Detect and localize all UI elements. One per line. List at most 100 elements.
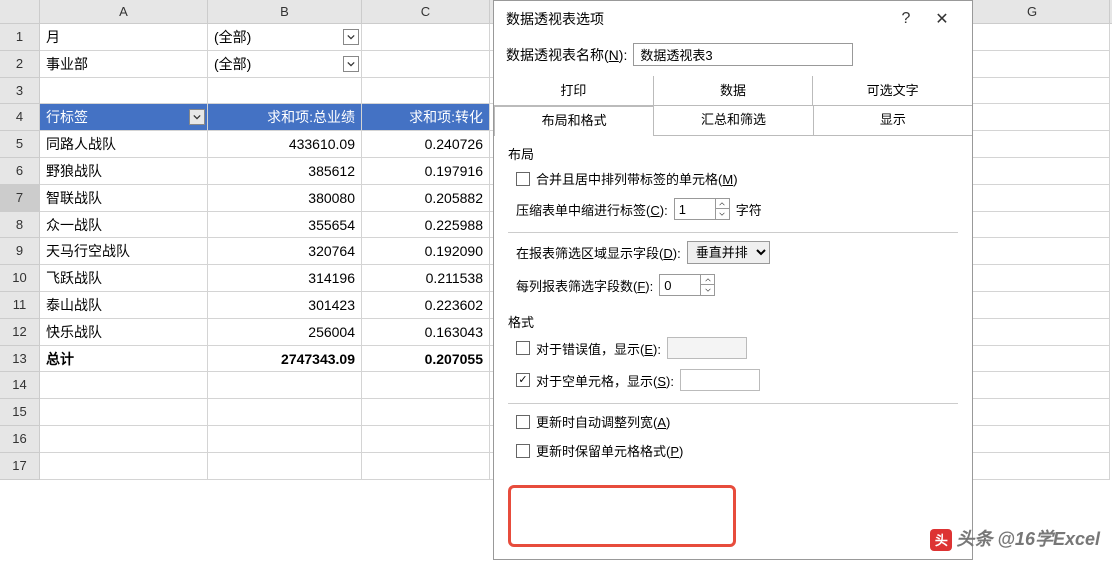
help-icon[interactable]: ? (888, 10, 924, 28)
chevron-up-icon[interactable] (700, 275, 714, 285)
filter-value-month[interactable]: (全部) (208, 24, 362, 51)
tab-data[interactable]: 数据 (654, 76, 814, 105)
row-label[interactable]: 同路人战队 (40, 131, 208, 158)
column-header-A[interactable]: A (40, 0, 208, 23)
filter-value-dept[interactable]: (全部) (208, 51, 362, 78)
filter-label: 月 (40, 24, 208, 51)
cell-value[interactable]: 0.223602 (362, 292, 490, 319)
error-values-input[interactable] (667, 337, 747, 359)
chevron-down-icon[interactable] (700, 285, 714, 295)
cell-value[interactable]: 0.205882 (362, 185, 490, 212)
row-label[interactable]: 天马行空战队 (40, 238, 208, 265)
cell-value[interactable]: 0.192090 (362, 238, 490, 265)
column-header-G[interactable]: G (955, 0, 1110, 23)
column-header-C[interactable]: C (362, 0, 490, 23)
row-header[interactable]: 10 (0, 265, 40, 292)
cell-value[interactable]: 256004 (208, 319, 362, 346)
chevron-down-icon[interactable] (343, 29, 359, 45)
row-header[interactable]: 15 (0, 399, 40, 426)
cell-value[interactable]: 385612 (208, 158, 362, 185)
cell-value[interactable]: 0.163043 (362, 319, 490, 346)
close-icon[interactable]: ✕ (924, 9, 960, 29)
dialog-titlebar[interactable]: 数据透视表选项 ? ✕ (494, 1, 972, 37)
row-label[interactable]: 飞跃战队 (40, 265, 208, 292)
row-label[interactable]: 众一战队 (40, 212, 208, 239)
area-fields-row: 在报表筛选区域显示字段(D): 垂直并排 (516, 241, 950, 264)
pivot-row-label-header[interactable]: 行标签 (40, 104, 208, 131)
error-values-row: 对于错误值，显示(E): (516, 337, 950, 359)
chevron-down-icon[interactable] (189, 109, 205, 125)
annotation-highlight (508, 485, 736, 547)
autofit-columns-checkbox[interactable] (516, 415, 530, 429)
row-label[interactable]: 智联战队 (40, 185, 208, 212)
tab-layout-format[interactable]: 布局和格式 (494, 106, 654, 136)
merge-center-row: 合并且居中排列带标签的单元格(M) (516, 169, 950, 188)
cell-value[interactable]: 0.211538 (362, 265, 490, 292)
chevron-down-icon[interactable] (343, 56, 359, 72)
pivot-col-b-header[interactable]: 求和项:总业绩 (208, 104, 362, 131)
row-header[interactable]: 17 (0, 453, 40, 480)
cell-value[interactable]: 0.197916 (362, 158, 490, 185)
row-header[interactable]: 8 (0, 212, 40, 239)
cell-value[interactable]: 314196 (208, 265, 362, 292)
watermark: 头头条 @16学Excel (930, 525, 1100, 551)
row-header[interactable]: 6 (0, 158, 40, 185)
tab-display[interactable]: 显示 (814, 106, 972, 136)
row-header[interactable]: 14 (0, 372, 40, 399)
indent-row: 压缩表单中缩进行标签(C): 字符 (516, 198, 950, 220)
format-group: 对于错误值，显示(E): 对于空单元格，显示(S): (494, 333, 972, 399)
layout-group-title: 布局 (494, 136, 972, 165)
empty-cells-checkbox[interactable] (516, 373, 530, 387)
column-header-B[interactable]: B (208, 0, 362, 23)
tab-print[interactable]: 打印 (494, 76, 654, 105)
preserve-formatting-checkbox[interactable] (516, 444, 530, 458)
row-header[interactable]: 1 (0, 24, 40, 51)
merge-center-checkbox[interactable] (516, 172, 530, 186)
preserve-formatting-row: 更新时保留单元格格式(P) (516, 441, 950, 460)
cell-value[interactable]: 380080 (208, 185, 362, 212)
fields-per-col-stepper[interactable] (659, 274, 715, 296)
select-all-corner[interactable] (0, 0, 40, 23)
row-header[interactable]: 2 (0, 51, 40, 78)
chevron-down-icon[interactable] (715, 209, 729, 219)
row-header[interactable]: 13 (0, 346, 40, 373)
error-values-checkbox[interactable] (516, 341, 530, 355)
tab-totals-filters[interactable]: 汇总和筛选 (654, 106, 813, 136)
row-label[interactable]: 泰山战队 (40, 292, 208, 319)
total-label[interactable]: 总计 (40, 346, 208, 373)
bottom-tabs: 布局和格式 汇总和筛选 显示 (494, 106, 972, 136)
empty-cells-input[interactable] (680, 369, 760, 391)
preserve-formatting-label: 更新时保留单元格格式(P) (536, 441, 683, 460)
pivottable-name-input[interactable] (633, 43, 853, 66)
row-header[interactable]: 5 (0, 131, 40, 158)
cell-value[interactable]: 301423 (208, 292, 362, 319)
row-header[interactable]: 3 (0, 78, 40, 105)
total-value[interactable]: 0.207055 (362, 346, 490, 373)
row-header[interactable]: 11 (0, 292, 40, 319)
row-label[interactable]: 快乐战队 (40, 319, 208, 346)
pivot-col-c-header[interactable]: 求和项:转化 (362, 104, 490, 131)
row-header[interactable]: 7 (0, 185, 40, 212)
chevron-up-icon[interactable] (715, 199, 729, 209)
cell-value[interactable]: 0.225988 (362, 212, 490, 239)
row-header[interactable]: 4 (0, 104, 40, 131)
autofit-columns-label: 更新时自动调整列宽(A) (536, 412, 670, 431)
filter-text: (全部) (214, 29, 251, 45)
empty-cells-row: 对于空单元格，显示(S): (516, 369, 950, 391)
area-fields-select[interactable]: 垂直并排 (687, 241, 770, 264)
tab-alttext[interactable]: 可选文字 (813, 76, 972, 105)
indent-stepper[interactable] (674, 198, 730, 220)
indent-input[interactable] (675, 200, 715, 219)
cell-value[interactable]: 0.240726 (362, 131, 490, 158)
cell-value[interactable]: 433610.09 (208, 131, 362, 158)
total-value[interactable]: 2747343.09 (208, 346, 362, 373)
row-header[interactable]: 16 (0, 426, 40, 453)
row-header[interactable]: 12 (0, 319, 40, 346)
row-header[interactable]: 9 (0, 238, 40, 265)
cell-value[interactable]: 320764 (208, 238, 362, 265)
fields-per-col-input[interactable] (660, 276, 700, 295)
layout-group: 合并且居中排列带标签的单元格(M) 压缩表单中缩进行标签(C): 字符 (494, 165, 972, 228)
row-label[interactable]: 野狼战队 (40, 158, 208, 185)
format-group-title: 格式 (494, 304, 972, 333)
cell-value[interactable]: 355654 (208, 212, 362, 239)
